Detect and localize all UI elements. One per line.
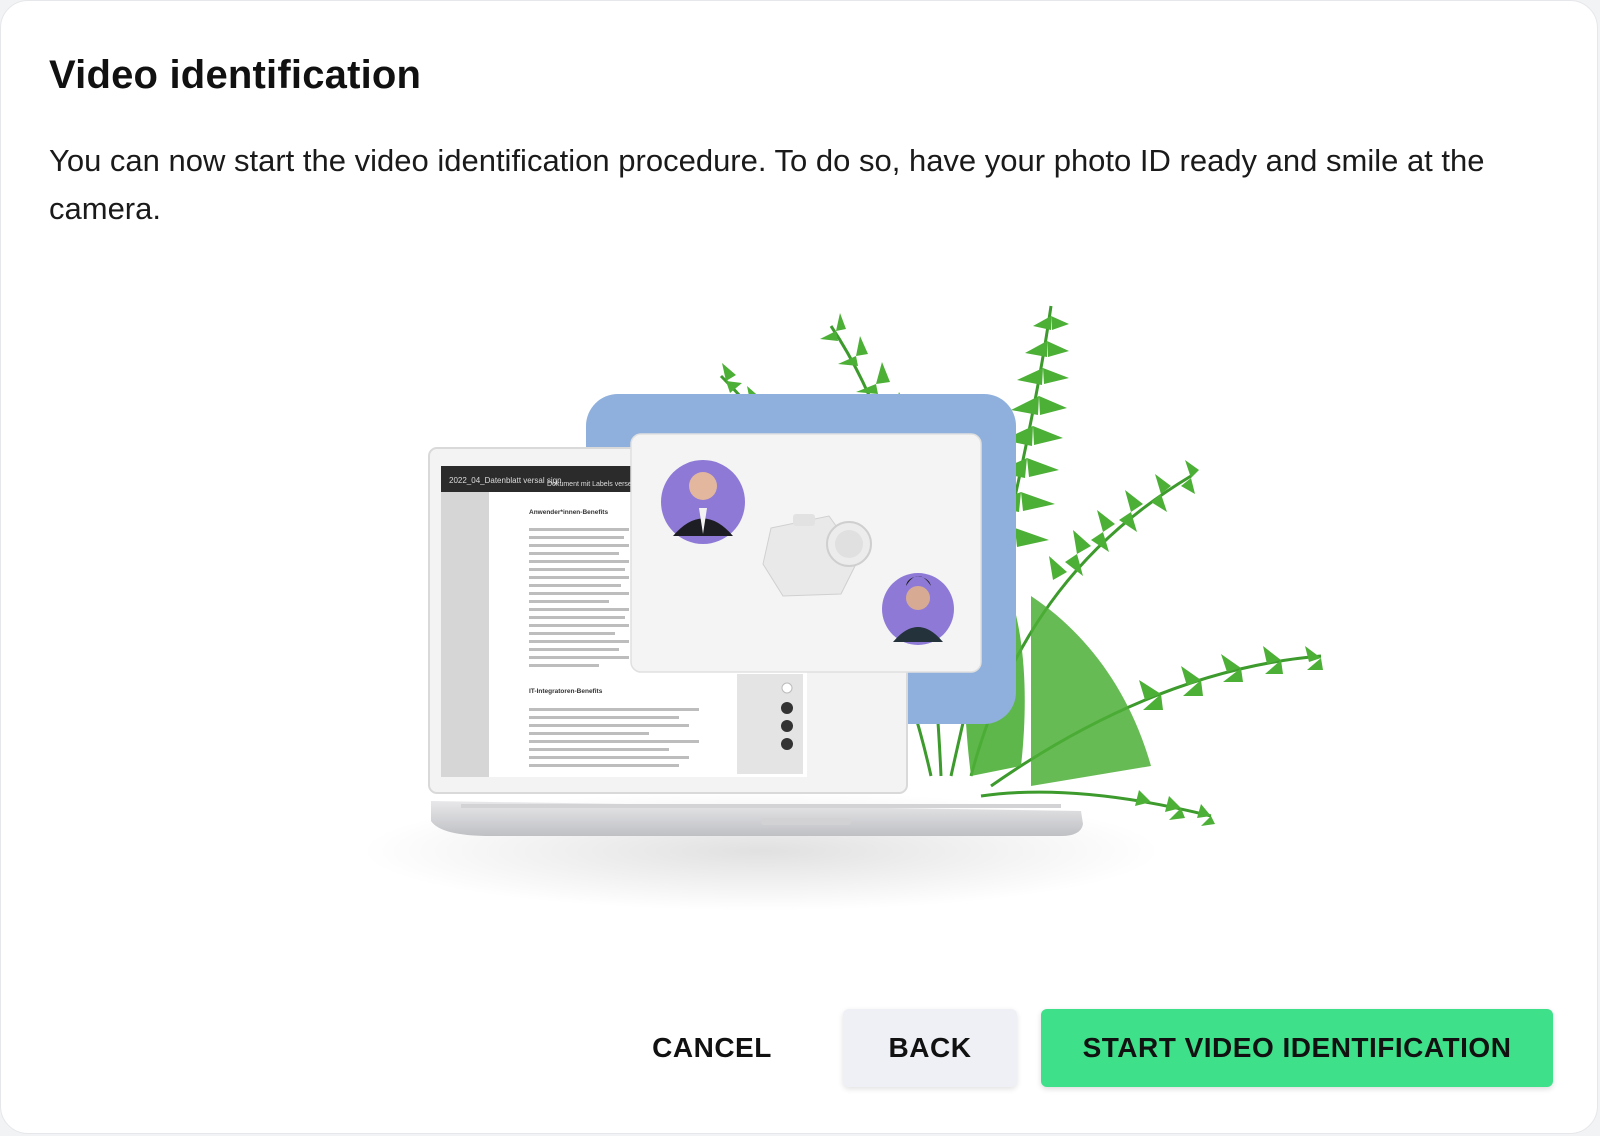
doc-section-heading-2: IT-Integratoren-Benefits — [529, 688, 603, 695]
dialog-title: Video identification — [49, 53, 422, 97]
doc-header-title: Dokument mit Labels versehen — [547, 481, 644, 488]
video-identification-illustration: 2022_04_Datenblatt versal sign Dokument … — [361, 305, 1323, 911]
doc-section-heading-1: Anwender*innen-Benefits — [529, 509, 608, 516]
dialog-description: You can now start the video identificati… — [49, 143, 1485, 226]
back-button[interactable]: BACK — [843, 1009, 1017, 1087]
video-identification-dialog: Video identification You can now start t… — [0, 0, 1598, 1134]
doc-header-link: 2022_04_Datenblatt versal sign — [449, 476, 562, 485]
start-video-identification-button[interactable]: START VIDEO IDENTIFICATION — [1041, 1009, 1553, 1087]
video-call-card — [630, 433, 982, 673]
cancel-button[interactable]: CANCEL — [637, 1009, 787, 1087]
